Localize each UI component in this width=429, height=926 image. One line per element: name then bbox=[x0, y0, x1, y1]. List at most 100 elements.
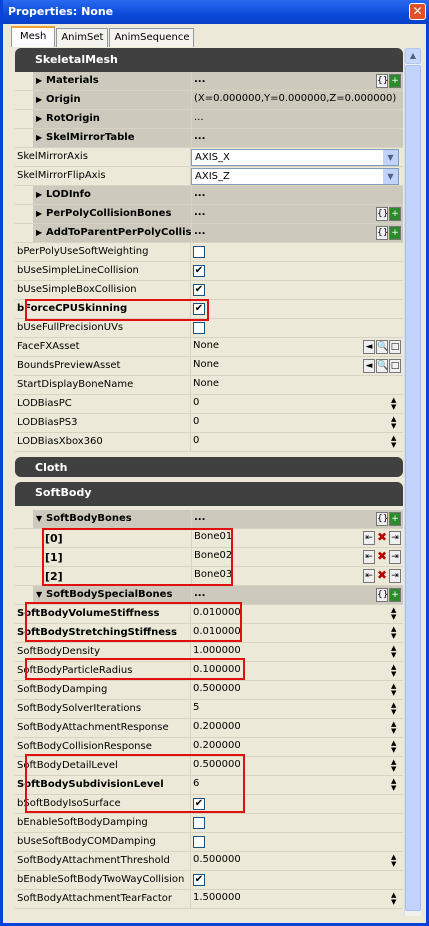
collapsed-arrow-icon[interactable]: ▶ bbox=[36, 95, 46, 104]
tab-animset[interactable]: AnimSet bbox=[56, 28, 109, 47]
vertical-scrollbar[interactable]: ▲ bbox=[404, 48, 421, 916]
close-icon[interactable]: ✕ bbox=[409, 3, 426, 20]
property-value[interactable]: 0.100000 bbox=[190, 662, 403, 680]
spinner-icon[interactable]: ▲ ▼ bbox=[391, 397, 401, 411]
spinner-icon[interactable]: ▲ ▼ bbox=[391, 683, 401, 697]
property-value[interactable]: ✔ bbox=[190, 871, 403, 889]
tab-animsequence[interactable]: AnimSequence bbox=[109, 28, 195, 47]
spinner-icon[interactable]: ▲ ▼ bbox=[391, 626, 401, 640]
property-value[interactable]: 0.200000 bbox=[190, 738, 403, 756]
checkbox[interactable]: ✔ bbox=[193, 265, 205, 277]
checkbox[interactable]: ✔ bbox=[193, 303, 205, 315]
property-row-rotorigin[interactable]: ▶ RotOrigin... bbox=[15, 110, 403, 129]
spinner-icon[interactable]: ▲ ▼ bbox=[391, 740, 401, 754]
section-softbody[interactable]: SoftBody bbox=[15, 482, 403, 506]
scrollbar-thumb[interactable] bbox=[405, 65, 421, 911]
scroll-up-icon[interactable]: ▲ bbox=[405, 48, 421, 64]
checkbox[interactable] bbox=[193, 836, 205, 848]
delete-item-icon[interactable]: ✖ bbox=[376, 550, 388, 564]
property-row-softbodybones[interactable]: ▼ SoftBodyBones... {} + bbox=[15, 510, 403, 529]
property-value[interactable]: None bbox=[190, 376, 403, 394]
collapsed-arrow-icon[interactable]: ▶ bbox=[36, 133, 46, 142]
spinner-icon[interactable]: ▲ ▼ bbox=[391, 854, 401, 868]
property-row-materials[interactable]: ▶ Materials... {} + bbox=[15, 72, 403, 91]
spinner-icon[interactable]: ▲ ▼ bbox=[391, 664, 401, 678]
property-value[interactable] bbox=[190, 319, 403, 337]
collapsed-arrow-icon[interactable]: ▶ bbox=[36, 76, 46, 85]
property-value[interactable]: 0.500000 bbox=[190, 852, 403, 870]
chevron-down-icon[interactable]: ▼ bbox=[383, 150, 398, 165]
spinner-icon[interactable]: ▲ ▼ bbox=[391, 892, 401, 906]
property-value[interactable] bbox=[190, 814, 403, 832]
property-row-addtoparentperpolycollisionbone[interactable]: ▶AddToParentPerPolyCollisionBone... {}+ bbox=[15, 224, 403, 243]
spinner-icon[interactable]: ▲ ▼ bbox=[391, 416, 401, 430]
spinner-icon[interactable]: ▲ ▼ bbox=[391, 702, 401, 716]
spinner-icon[interactable]: ▲ ▼ bbox=[391, 778, 401, 792]
add-item-icon[interactable]: + bbox=[389, 226, 401, 240]
empty-array-icon[interactable]: {} bbox=[376, 74, 388, 88]
property-value[interactable]: ✔ bbox=[190, 300, 403, 318]
expanded-arrow-icon[interactable]: ▼ bbox=[36, 514, 46, 523]
property-row-skelmirrortable[interactable]: ▶ SkelMirrorTable... bbox=[15, 129, 403, 148]
dropdown-skelmirrorflipaxis[interactable]: AXIS_Z ▼ bbox=[191, 168, 399, 185]
empty-array-icon[interactable]: {} bbox=[376, 512, 388, 526]
section-skeletalmesh[interactable]: SkeletalMesh bbox=[15, 48, 403, 72]
duplicate-item-icon[interactable]: ⇥ bbox=[389, 550, 401, 564]
property-value[interactable] bbox=[190, 243, 403, 261]
property-value[interactable]: 0 bbox=[190, 414, 403, 432]
property-value[interactable]: ✔ bbox=[190, 281, 403, 299]
property-value[interactable] bbox=[190, 833, 403, 851]
delete-item-icon[interactable]: ✖ bbox=[376, 531, 388, 545]
duplicate-item-icon[interactable]: ⇥ bbox=[389, 569, 401, 583]
property-row-lodinfo[interactable]: ▶ LODInfo... bbox=[15, 186, 403, 205]
insert-item-icon[interactable]: ⇤ bbox=[363, 569, 375, 583]
section-cloth[interactable]: Cloth bbox=[15, 457, 403, 477]
property-row-origin[interactable]: ▶ Origin (X=0.000000,Y=0.000000,Z=0.000000… bbox=[15, 91, 403, 110]
property-value[interactable]: 0 bbox=[190, 433, 403, 451]
property-value[interactable]: 6 bbox=[190, 776, 403, 794]
property-value[interactable]: 1.500000 bbox=[190, 890, 403, 908]
delete-item-icon[interactable]: ✖ bbox=[376, 569, 388, 583]
property-value[interactable]: 5 bbox=[190, 700, 403, 718]
property-value[interactable]: 0.500000 bbox=[190, 757, 403, 775]
spinner-icon[interactable]: ▲ ▼ bbox=[391, 721, 401, 735]
checkbox[interactable] bbox=[193, 817, 205, 829]
property-row-softbodyspecialbones[interactable]: ▼ SoftBodySpecialBones... {} + bbox=[15, 586, 403, 605]
use-selected-icon[interactable]: ◄ bbox=[363, 359, 375, 373]
property-value[interactable]: 0.010000 bbox=[190, 605, 403, 623]
dropdown-skelmirroraxis[interactable]: AXIS_X ▼ bbox=[191, 149, 399, 166]
spinner-icon[interactable]: ▲ ▼ bbox=[391, 645, 401, 659]
property-value[interactable]: ✔ bbox=[190, 795, 403, 813]
add-item-icon[interactable]: + bbox=[389, 74, 401, 88]
insert-item-icon[interactable]: ⇤ bbox=[363, 550, 375, 564]
insert-item-icon[interactable]: ⇤ bbox=[363, 531, 375, 545]
property-value[interactable]: 0.200000 bbox=[190, 719, 403, 737]
property-row-perpolycollisionbones[interactable]: ▶ PerPolyCollisionBones... {} + bbox=[15, 205, 403, 224]
add-item-icon[interactable]: + bbox=[389, 588, 401, 602]
spinner-icon[interactable]: ▲ ▼ bbox=[391, 607, 401, 621]
property-value[interactable]: 0 bbox=[190, 395, 403, 413]
empty-array-icon[interactable]: {} bbox=[376, 207, 388, 221]
spinner-icon[interactable]: ▲ ▼ bbox=[391, 435, 401, 449]
tab-mesh[interactable]: Mesh bbox=[11, 26, 56, 47]
property-value[interactable]: 0.010000 bbox=[190, 624, 403, 642]
collapsed-arrow-icon[interactable]: ▶ bbox=[36, 114, 46, 123]
empty-array-icon[interactable]: {} bbox=[376, 226, 388, 240]
checkbox[interactable]: ✔ bbox=[193, 798, 205, 810]
property-value[interactable]: 0.500000 bbox=[190, 681, 403, 699]
add-item-icon[interactable]: + bbox=[389, 512, 401, 526]
spinner-icon[interactable]: ▲ ▼ bbox=[391, 759, 401, 773]
clear-icon[interactable]: □ bbox=[389, 359, 401, 373]
browse-icon[interactable]: 🔍 bbox=[376, 340, 388, 354]
collapsed-arrow-icon[interactable]: ▶ bbox=[36, 228, 46, 237]
browse-icon[interactable]: 🔍 bbox=[376, 359, 388, 373]
chevron-down-icon[interactable]: ▼ bbox=[383, 169, 398, 184]
add-item-icon[interactable]: + bbox=[389, 207, 401, 221]
collapsed-arrow-icon[interactable]: ▶ bbox=[36, 190, 46, 199]
property-value[interactable]: 1.000000 bbox=[190, 643, 403, 661]
collapsed-arrow-icon[interactable]: ▶ bbox=[36, 209, 46, 218]
clear-icon[interactable]: □ bbox=[389, 340, 401, 354]
use-selected-icon[interactable]: ◄ bbox=[363, 340, 375, 354]
empty-array-icon[interactable]: {} bbox=[376, 588, 388, 602]
property-value[interactable]: ✔ bbox=[190, 262, 403, 280]
